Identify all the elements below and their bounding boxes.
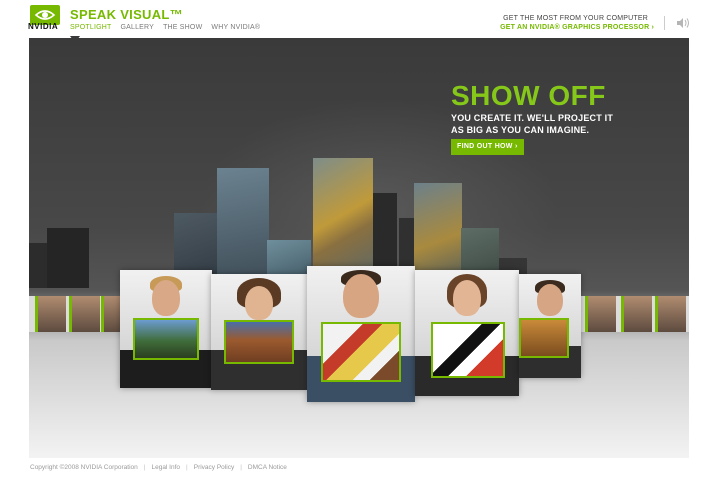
held-photo — [133, 318, 199, 360]
find-out-how-button[interactable]: FIND OUT HOW › — [451, 139, 524, 155]
logo-wordmark: NVIDIA — [28, 22, 59, 31]
nav-why-nvidia[interactable]: WHY NVIDIA® — [211, 24, 260, 31]
hero-stage: SHOW OFF YOU CREATE IT. WE'LL PROJECT IT… — [29, 38, 689, 458]
legal-info-link[interactable]: Legal Info — [151, 464, 180, 471]
held-photo — [519, 318, 569, 358]
thumbnail[interactable] — [69, 296, 100, 332]
thumbnail[interactable] — [655, 296, 686, 332]
person-card[interactable] — [519, 274, 581, 378]
nav-spotlight[interactable]: SPOTLIGHT — [70, 24, 111, 31]
promo-line: GET THE MOST FROM YOUR COMPUTER — [503, 15, 648, 22]
held-photo — [431, 322, 505, 378]
copyright-text: Copyright ©2008 NVIDIA Corporation — [30, 464, 138, 471]
person-card[interactable] — [211, 274, 307, 390]
hero-headline: SHOW OFF — [451, 80, 606, 111]
footer: Copyright ©2008 NVIDIA Corporation | Leg… — [30, 464, 287, 471]
person-card[interactable] — [415, 270, 519, 396]
nav-gallery[interactable]: GALLERY — [120, 24, 154, 31]
thumbnail[interactable] — [35, 296, 66, 332]
divider — [664, 16, 665, 30]
footer-separator: | — [240, 464, 242, 471]
person-card-featured[interactable] — [307, 266, 415, 402]
promo-link[interactable]: GET AN NVIDIA® GRAPHICS PROCESSOR › — [500, 24, 654, 31]
held-photo — [321, 322, 401, 382]
hero-subtitle-line: AS BIG AS YOU CAN IMAGINE. — [451, 125, 590, 135]
nav-the-show[interactable]: THE SHOW — [163, 24, 202, 31]
footer-separator: | — [186, 464, 188, 471]
speaker-icon[interactable] — [676, 16, 690, 28]
thumbnail[interactable] — [621, 296, 652, 332]
privacy-policy-link[interactable]: Privacy Policy — [194, 464, 234, 471]
nav-pointer — [70, 36, 80, 43]
thumbnail[interactable] — [585, 296, 616, 332]
main-nav: SPOTLIGHT GALLERY THE SHOW WHY NVIDIA® — [70, 24, 260, 31]
hero-subtitle: YOU CREATE IT. WE'LL PROJECT IT AS BIG A… — [451, 112, 651, 136]
person-card[interactable] — [120, 270, 212, 388]
hero-subtitle-line: YOU CREATE IT. WE'LL PROJECT IT — [451, 113, 614, 123]
brand-title[interactable]: SPEAK VISUAL™ — [70, 7, 183, 22]
footer-separator: | — [143, 464, 146, 471]
dmca-notice-link[interactable]: DMCA Notice — [248, 464, 287, 471]
held-photo — [224, 320, 294, 364]
